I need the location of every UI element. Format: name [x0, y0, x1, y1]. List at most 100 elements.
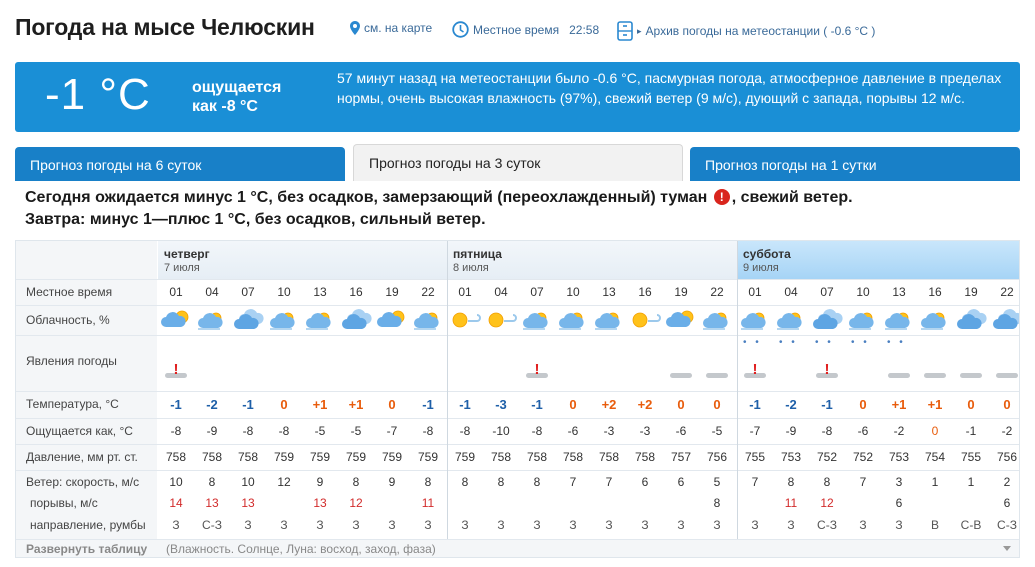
gust-cell: 6 — [1003, 496, 1011, 510]
summary-today-end: , свежий ветер. — [731, 189, 853, 206]
fog-icon — [924, 373, 946, 378]
gust-cell: 12 — [820, 496, 834, 510]
feels-like-cell: -2 — [893, 424, 905, 438]
feels-like-cell: -8 — [531, 424, 543, 438]
hour-cell: 22 — [421, 285, 435, 299]
wind-speed-cell: 7 — [569, 475, 577, 489]
warning-icon[interactable]: ! — [751, 362, 759, 377]
feels-like-cell: -6 — [567, 424, 579, 438]
phenomena-cell — [194, 351, 230, 381]
wind-speed-cell: 8 — [424, 475, 432, 489]
archive-link[interactable]: ▸ Архив погоды на метеостанции ( -0.6 °C… — [617, 21, 875, 41]
fog-icon — [996, 373, 1018, 378]
phenomena-cell — [483, 351, 519, 381]
partly-cloudy-icon — [773, 307, 809, 333]
pressure-cell: 756 — [996, 450, 1018, 464]
expand-table-row[interactable]: Развернуть таблицу (Влажность. Солнце, Л… — [16, 539, 1019, 557]
warning-icon[interactable]: ! — [533, 362, 541, 377]
pressure-cell: 755 — [960, 450, 982, 464]
wind-direction-cell: З — [533, 518, 541, 532]
feels-like-cell: -8 — [821, 424, 833, 438]
partly-cloudy-icon — [917, 307, 953, 333]
tab-3-days[interactable]: Прогноз погоды на 3 суток — [353, 144, 683, 181]
day-header: четверг 7 июля — [158, 241, 447, 279]
local-time-label: Местное время — [473, 22, 560, 37]
temperature-cell: -1 — [821, 397, 833, 412]
pressure-cell: 759 — [417, 450, 439, 464]
pressure-cell: 758 — [526, 450, 548, 464]
phenomena-cell — [699, 351, 735, 381]
row-label-time: Местное время — [26, 285, 113, 299]
phenomena-cell — [591, 351, 627, 381]
phenomena-cell — [989, 351, 1019, 381]
chevron-down-icon[interactable] — [1003, 546, 1011, 551]
temperature-cell: 0 — [859, 397, 867, 412]
map-link[interactable]: см. на карте — [350, 21, 432, 35]
row-label-pressure: Давление, мм рт. ст. — [26, 450, 138, 464]
temperature-cell: +2 — [637, 397, 653, 412]
page-header: Погода на мысе Челюскин см. на карте Мес… — [0, 0, 1035, 58]
temperature-cell: 0 — [1003, 397, 1011, 412]
phenomena-cell: • • — [845, 337, 881, 381]
warning-icon[interactable]: ! — [172, 362, 180, 377]
warning-icon[interactable]: ! — [823, 362, 831, 377]
archive-link-label[interactable]: Архив погоды на метеостанции ( -0.6 °C ) — [646, 24, 876, 38]
wind-speed-cell: 8 — [533, 475, 541, 489]
hour-cell: 13 — [602, 285, 616, 299]
wind-speed-cell: 8 — [352, 475, 360, 489]
hour-cell: 07 — [241, 285, 255, 299]
overcast-icon — [809, 307, 845, 333]
gust-cell: 11 — [421, 496, 435, 510]
temperature-cell: +1 — [348, 397, 364, 412]
wind-speed-cell: 6 — [677, 475, 685, 489]
hour-cell: 13 — [313, 285, 327, 299]
row-labels-column: Местное время Облачность, % Явления погоды… — [16, 241, 157, 557]
sun-icon — [447, 307, 483, 333]
temperature-cell: -2 — [206, 397, 218, 412]
row-divider — [16, 391, 1019, 392]
feels-like-cell: -3 — [639, 424, 651, 438]
hour-cell: 10 — [856, 285, 870, 299]
feels-like-cell: -7 — [386, 424, 398, 438]
hour-cell: 16 — [928, 285, 942, 299]
phenomena-cell — [917, 351, 953, 381]
wind-direction-cell: С-З — [817, 518, 837, 532]
wind-speed-cell: 8 — [823, 475, 831, 489]
forecast-tabs: Прогноз погоды на 6 суток Прогноз погоды… — [15, 144, 1020, 181]
hour-cell: 13 — [892, 285, 906, 299]
temperature-cell: +1 — [312, 397, 328, 412]
fog-icon — [960, 373, 982, 378]
current-temperature: -1 °C — [45, 70, 151, 119]
row-label-cloud: Облачность, % — [26, 313, 110, 327]
wind-direction-cell: С-В — [960, 518, 982, 532]
wind-direction-cell: З — [787, 518, 795, 532]
snow-icon: • • — [815, 337, 834, 348]
fog-icon — [706, 373, 728, 378]
wind-direction-cell: З — [497, 518, 505, 532]
row-label-temp: Температура, °C — [26, 397, 119, 411]
feels-like-cell: -9 — [206, 424, 218, 438]
map-link-label[interactable]: см. на карте — [364, 21, 432, 35]
row-divider — [16, 335, 1019, 336]
temperature-cell: -2 — [785, 397, 797, 412]
snow-icon: • • — [779, 337, 798, 348]
phenomena-cell — [266, 351, 302, 381]
temperature-cell: +1 — [891, 397, 907, 412]
partly-cloudy-icon — [845, 307, 881, 333]
tab-1-day[interactable]: Прогноз погоды на 1 сутки — [690, 147, 1020, 181]
feels-like-cell: -8 — [242, 424, 254, 438]
feels-like-cell: -6 — [857, 424, 869, 438]
warning-icon[interactable]: ! — [713, 189, 730, 205]
hour-cell: 04 — [494, 285, 508, 299]
wind-speed-cell: 2 — [1003, 475, 1011, 489]
temperature-cell: -1 — [170, 397, 182, 412]
phenomena-cell: ! • • — [737, 337, 773, 381]
temperature-cell: 0 — [569, 397, 577, 412]
day-header: суббота 9 июля — [737, 241, 1019, 279]
summary-today-text: Сегодня ожидается минус 1 °C, без осадко… — [25, 189, 708, 206]
tab-6-days[interactable]: Прогноз погоды на 6 суток — [15, 147, 345, 181]
phenomena-cell — [302, 351, 338, 381]
expand-table-link[interactable]: Развернуть таблицу — [26, 542, 147, 556]
pressure-cell: 755 — [744, 450, 766, 464]
hour-cell: 07 — [820, 285, 834, 299]
